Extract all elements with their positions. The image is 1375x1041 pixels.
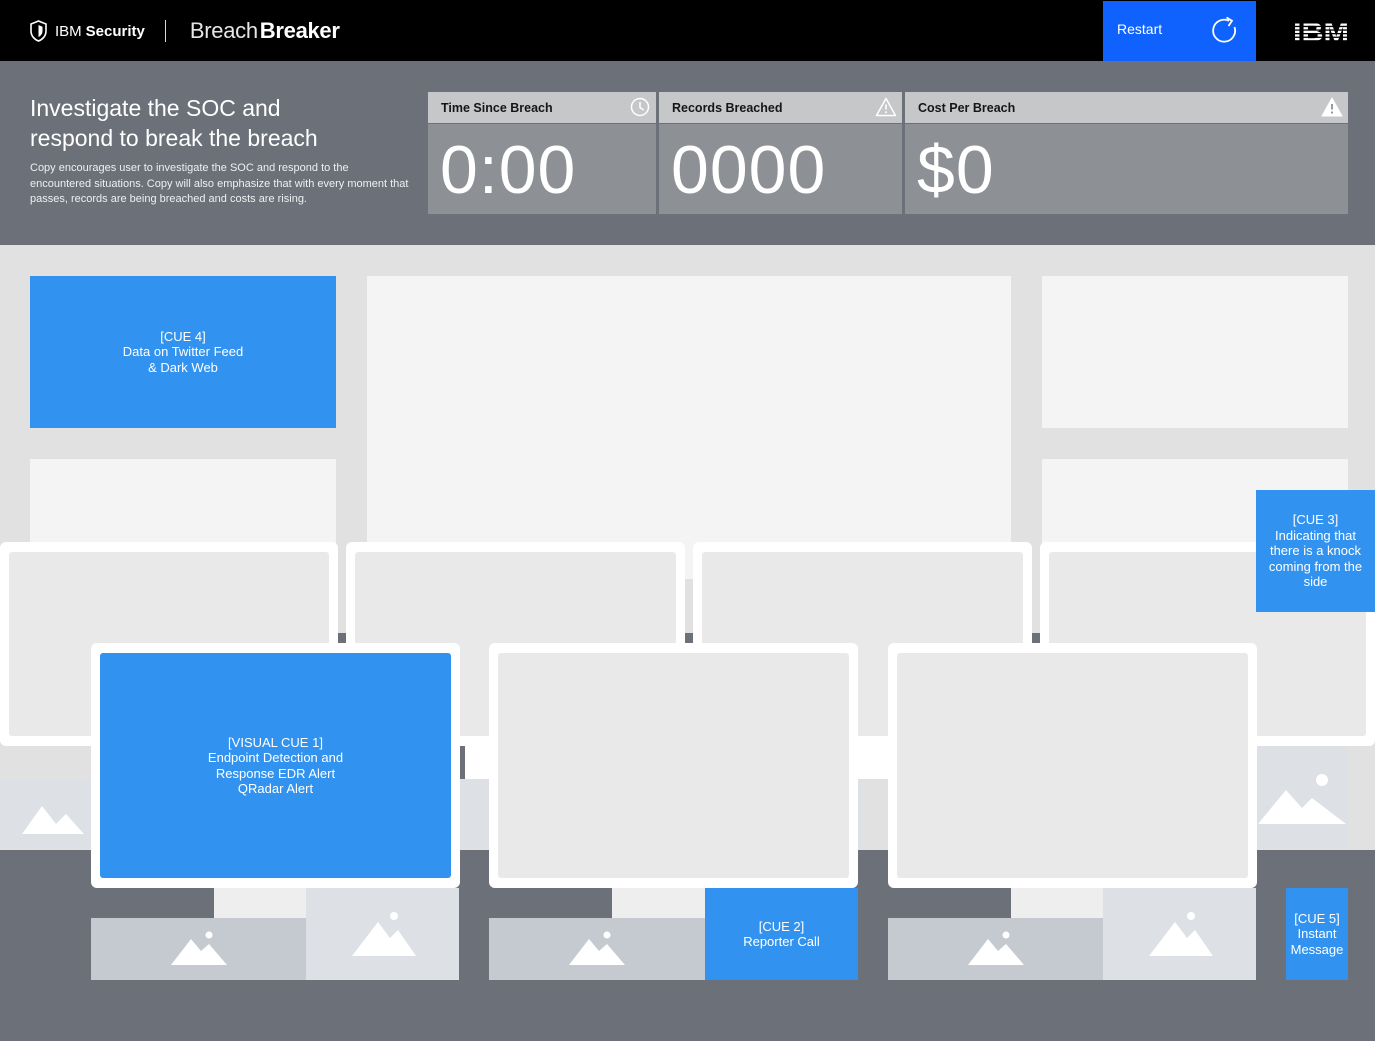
stat-body: $0 (905, 124, 1348, 214)
image-icon (22, 805, 84, 834)
cue-line: Response EDR Alert (215, 765, 336, 781)
image-icon (170, 931, 227, 965)
cue-line: QRadar Alert (237, 781, 314, 796)
cue-4-twitter-dark-web[interactable]: [CUE 4] Data on Twitter Feed & Dark Web (30, 276, 336, 428)
headline-line-2: respond to break the breach (30, 125, 318, 151)
cue-3-text: [CUE 3] Indicating that there is a knock… (1269, 512, 1362, 590)
cue-line: Instant (1297, 926, 1337, 942)
monitor-screen (498, 653, 849, 878)
brand-ibm-text: IBM (55, 22, 82, 40)
front-monitor-3[interactable] (888, 643, 1257, 888)
clock-icon (630, 97, 650, 117)
desk-surface (857, 746, 889, 779)
stat-label: Cost Per Breach (918, 101, 1016, 115)
product-name-light: Breach (189, 18, 258, 43)
cue-line: there is a knock (1269, 543, 1362, 559)
shield-icon (30, 20, 47, 42)
image-placeholder (888, 918, 1103, 980)
front-monitor-2[interactable] (489, 643, 858, 888)
restart-icon (1212, 16, 1236, 43)
cue-2-reporter-call[interactable]: [CUE 2] Reporter Call (705, 888, 858, 980)
monitor-screen (897, 653, 1248, 878)
cue-line: side (1303, 574, 1328, 590)
ibm-logo: IBM (1293, 20, 1349, 43)
page-headline: Investigate the SOC and respond to break… (30, 93, 410, 153)
cue-line: Reporter Call (743, 934, 820, 949)
wall-panel-right-upper (1042, 276, 1348, 428)
stat-body: 0:00 (428, 124, 656, 214)
stat-label: Time Since Breach (441, 101, 553, 115)
image-icon (569, 931, 625, 965)
cue-line: coming from the (1268, 558, 1363, 574)
cue-4-text: [CUE 4] Data on Twitter Feed & Dark Web (123, 329, 243, 376)
stat-records-breached: Records Breached 0000 (659, 92, 902, 214)
image-icon (967, 931, 1024, 965)
stat-label: Records Breached (672, 101, 783, 115)
stat-header: Records Breached (659, 92, 902, 123)
stat-value: 0000 (671, 132, 827, 208)
ibm-security-brand: IBM Security Breach Breaker (30, 18, 340, 43)
stat-body: 0000 (659, 124, 902, 214)
brand-security-text: Security (85, 22, 145, 40)
warning-outline-icon (875, 97, 897, 117)
soc-room: [CUE 4] Data on Twitter Feed & Dark Web … (0, 245, 1375, 1041)
cue-line: Indicating that (1275, 527, 1356, 543)
image-placeholder (459, 780, 491, 847)
brand-divider (164, 20, 166, 42)
keyboard-placeholder (214, 888, 306, 918)
restart-button[interactable]: Restart (1103, 1, 1256, 61)
image-icon (1258, 773, 1346, 824)
image-placeholder (306, 888, 459, 980)
image-placeholder (1256, 746, 1348, 847)
stat-header: Cost Per Breach (905, 92, 1348, 123)
cue-title: [VISUAL CUE 1] (228, 734, 323, 750)
front-monitor-1[interactable]: [VISUAL CUE 1] Endpoint Detection and Re… (91, 643, 460, 888)
headline-line-1: Investigate the SOC and (30, 95, 281, 121)
image-icon (1148, 912, 1213, 956)
warning-filled-icon (1321, 97, 1343, 117)
visual-cue-1-edr-alert[interactable]: [VISUAL CUE 1] Endpoint Detection and Re… (100, 653, 451, 878)
cue-title: [CUE 3] (1292, 512, 1339, 528)
cue-line: Message (1290, 941, 1344, 957)
cue-line: Data on Twitter Feed (122, 344, 244, 360)
cue-5-text: [CUE 5] Instant Message (1291, 911, 1344, 958)
cue-title: [CUE 2] (758, 918, 805, 934)
stat-cost-per-breach: Cost Per Breach $0 (905, 92, 1348, 214)
product-name-bold: Breaker (259, 18, 340, 43)
svg-text:IBM: IBM (1293, 20, 1349, 43)
cue-3-side-knock[interactable]: [CUE 3] Indicating that there is a knock… (1256, 490, 1375, 612)
intro-copy: Copy encourages user to investigate the … (30, 162, 409, 205)
image-icon (351, 912, 416, 956)
keyboard-placeholder (1011, 888, 1103, 918)
cue-line: Endpoint Detection and (207, 750, 344, 765)
cue-5-instant-message[interactable]: [CUE 5] Instant Message (1286, 888, 1348, 980)
wall-video-screen[interactable] (367, 276, 1011, 579)
image-placeholder (0, 780, 92, 847)
top-bar: IBM Security Breach Breaker Restart IBM (0, 0, 1375, 61)
header-band: Investigate the SOC and respond to break… (0, 61, 1375, 245)
cue-title: [CUE 5] (1294, 910, 1340, 926)
image-placeholder (91, 918, 306, 980)
restart-label: Restart (1117, 21, 1163, 37)
cue-line: & Dark Web (148, 359, 218, 375)
stat-value: 0:00 (440, 132, 577, 208)
stat-time-since-breach: Time Since Breach 0:00 (428, 92, 656, 214)
cue-title: [CUE 4] (160, 328, 206, 344)
image-placeholder (1103, 888, 1256, 980)
image-placeholder (489, 918, 705, 980)
stat-header: Time Since Breach (428, 92, 656, 123)
keyboard-placeholder (612, 888, 705, 918)
cue-2-text: [CUE 2] Reporter Call (743, 919, 820, 950)
stat-value: $0 (917, 132, 995, 208)
cue-1-text: [VISUAL CUE 1] Endpoint Detection and Re… (208, 735, 343, 797)
